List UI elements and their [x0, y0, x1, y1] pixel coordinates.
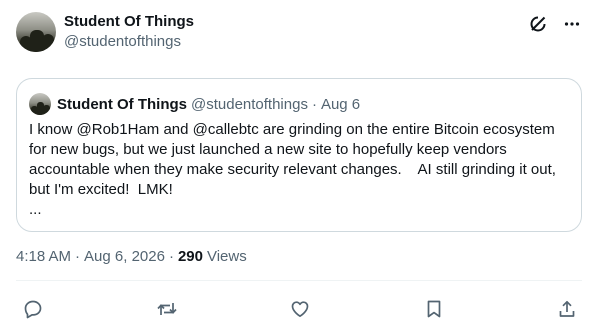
post-header: Student Of Things @studentofthings: [16, 12, 582, 54]
quoted-date: Aug 6: [320, 95, 361, 113]
repost-icon[interactable]: [156, 298, 178, 320]
separator-dot: ·: [311, 95, 317, 113]
quoted-avatar: [29, 93, 51, 115]
more-icon[interactable]: [562, 14, 582, 34]
separator-dot: ·: [75, 248, 81, 265]
bookmark-icon[interactable]: [423, 298, 445, 320]
quoted-more: ...: [29, 201, 42, 218]
like-icon[interactable]: [289, 298, 311, 320]
separator-dot: ·: [168, 248, 174, 265]
action-bar: [22, 298, 578, 320]
quoted-author-name: Student Of Things: [57, 95, 187, 113]
author-name[interactable]: Student Of Things: [64, 13, 194, 30]
reply-icon[interactable]: [22, 298, 44, 320]
views-label: Views: [206, 248, 247, 265]
post-meta: 4:18 AM · Aug 6, 2026 · 290 Views: [16, 248, 247, 265]
quoted-author-handle: @studentofthings: [190, 95, 308, 113]
quoted-text: I know @Rob1Ham and @callebtc are grindi…: [29, 121, 561, 198]
post-date[interactable]: Aug 6, 2026: [84, 248, 165, 265]
grok-icon[interactable]: [528, 14, 548, 34]
avatar[interactable]: [16, 12, 56, 52]
quoted-post-header: Student Of Things @studentofthings · Aug…: [29, 93, 360, 115]
author-handle[interactable]: @studentofthings: [64, 33, 181, 50]
share-icon[interactable]: [556, 298, 578, 320]
views-count: 290: [177, 248, 203, 265]
post-time[interactable]: 4:18 AM: [16, 248, 71, 265]
divider: [16, 280, 582, 281]
header-icons: [528, 14, 582, 34]
quoted-post[interactable]: Student Of Things @studentofthings · Aug…: [16, 78, 582, 232]
